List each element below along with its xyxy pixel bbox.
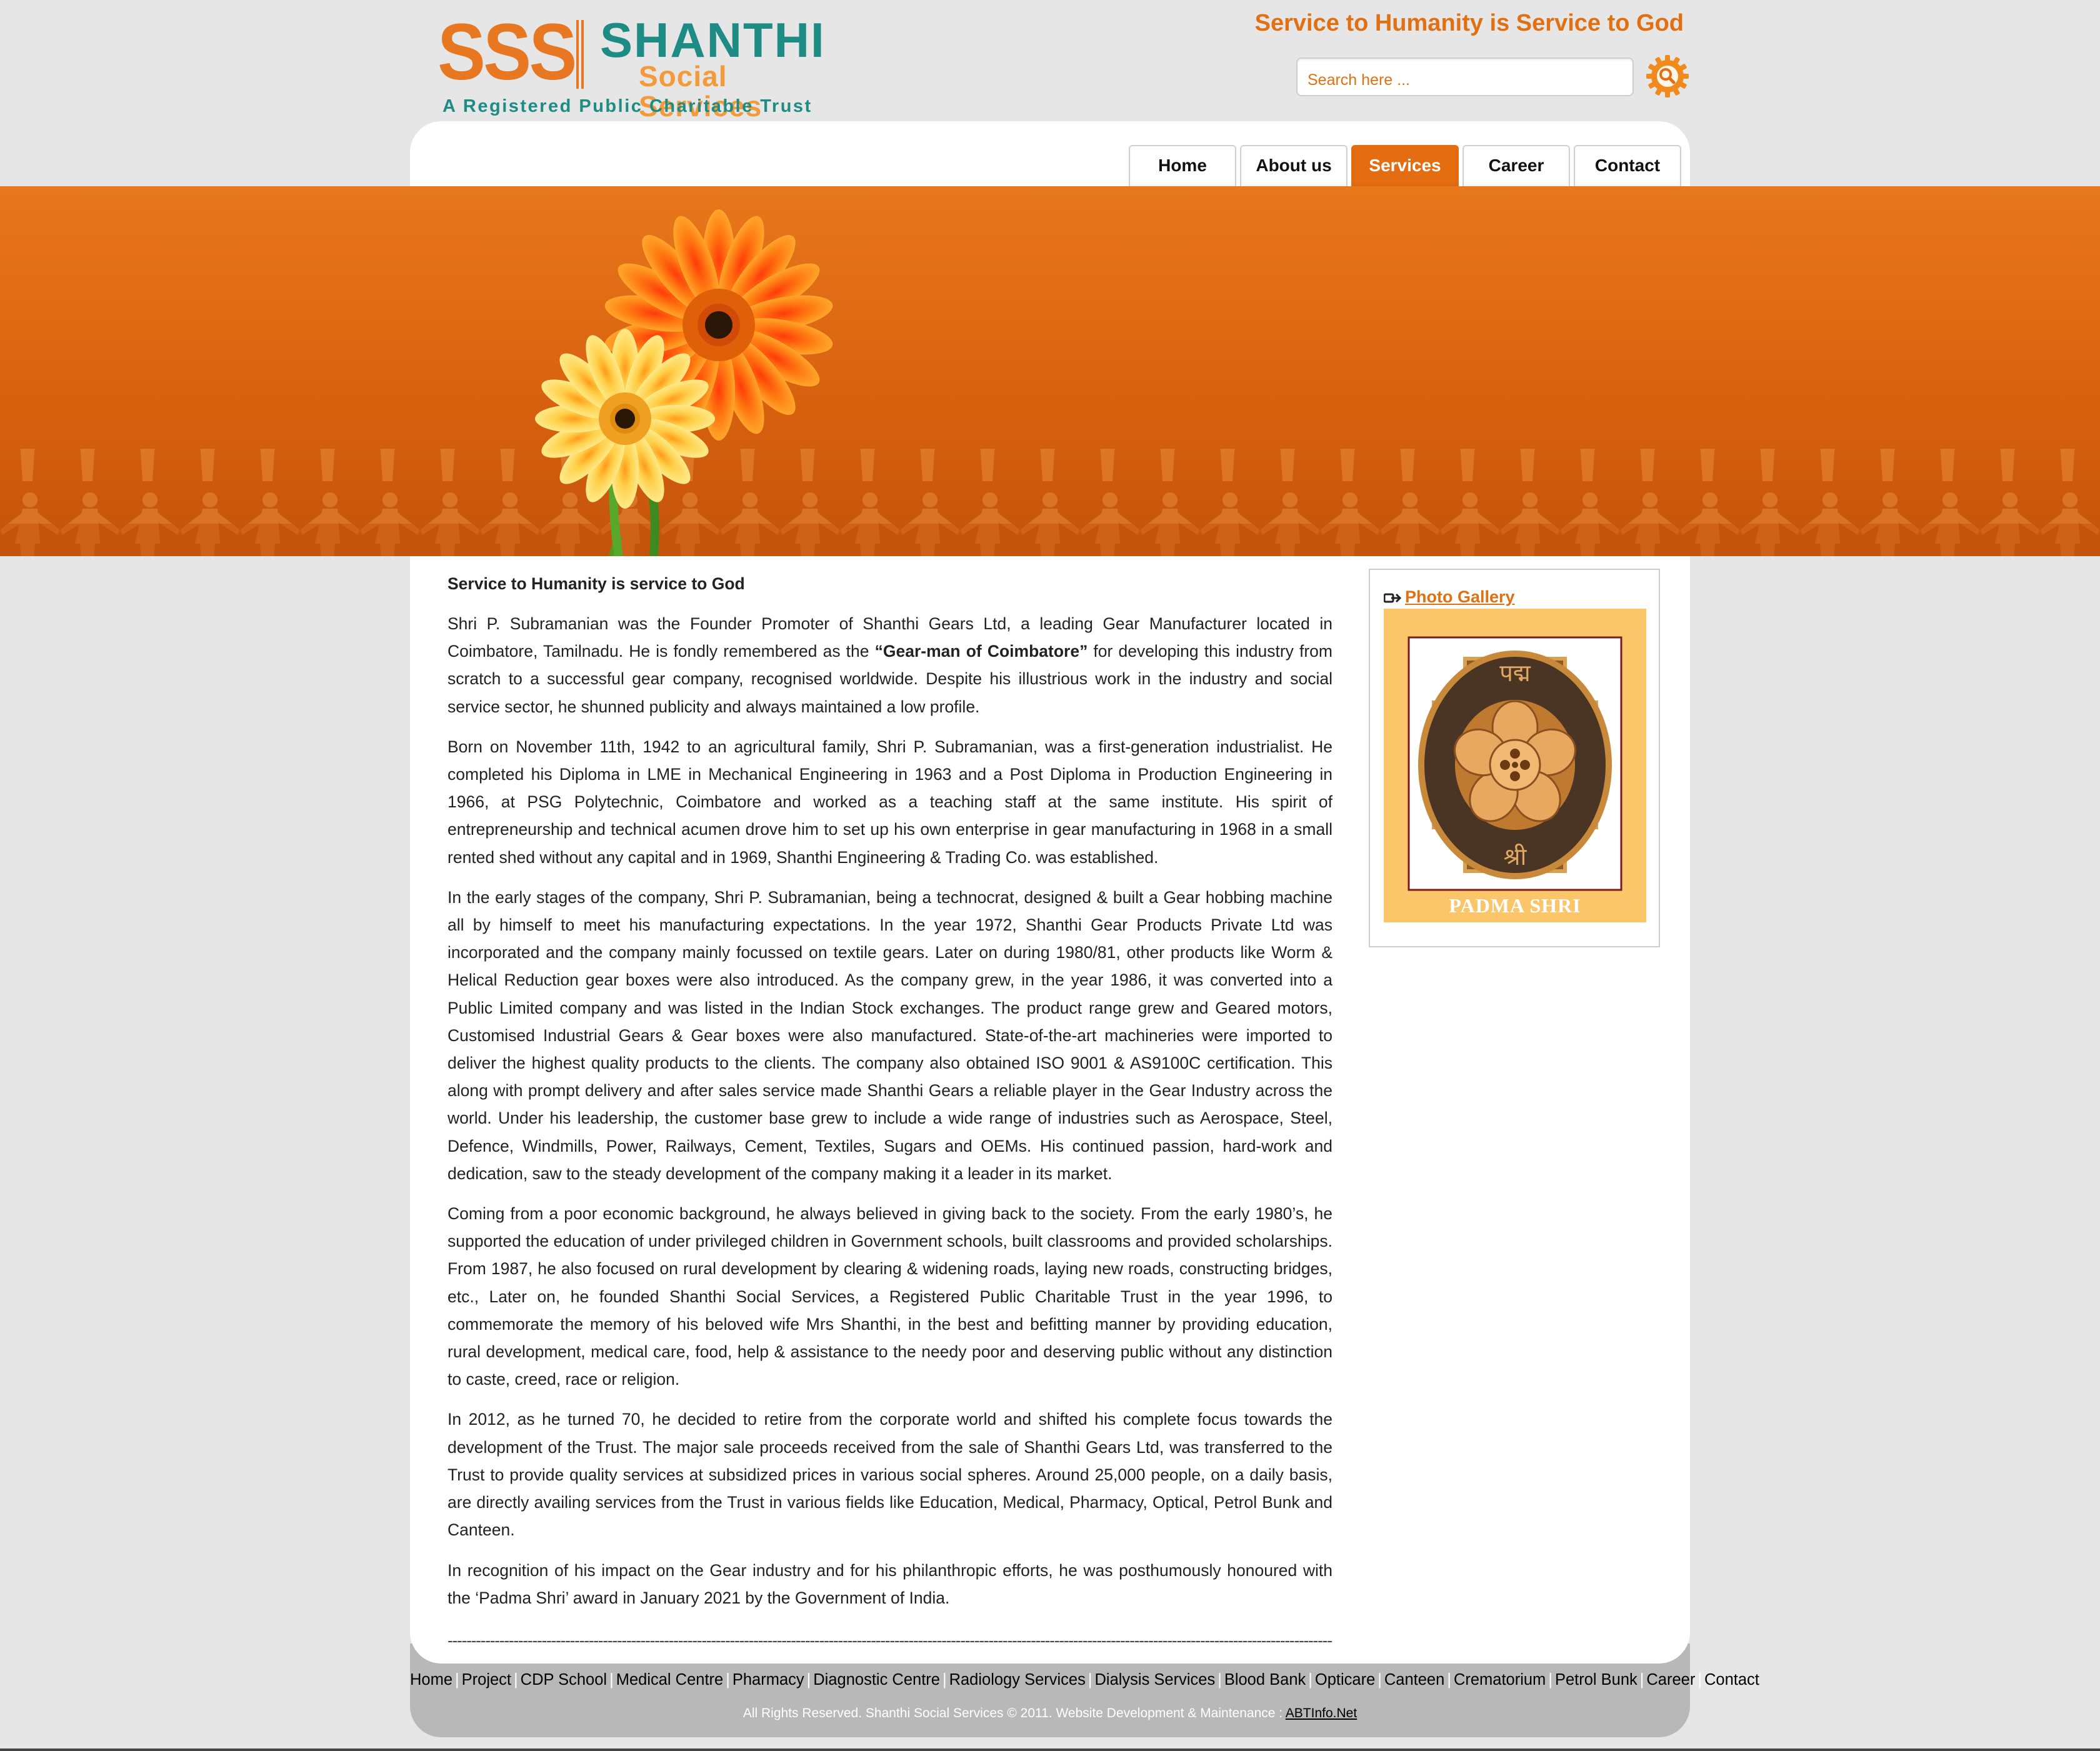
logo-name: SHANTHI [600, 12, 826, 67]
logo-sss-mark: SSS [438, 7, 577, 97]
nav-about-us[interactable]: About us [1240, 145, 1348, 186]
arrow-right-icon [1384, 593, 1401, 603]
medal-bottom-text: श्री [1504, 843, 1528, 871]
article-divider: ----------------------------------------… [448, 1630, 1332, 1650]
footer-link-canteen[interactable]: Canteen [1384, 1671, 1444, 1689]
footer-link-opticare[interactable]: Opticare [1315, 1671, 1375, 1689]
logo-tagline: A Registered Public Charitable Trust [442, 96, 812, 116]
medal-caption: PADMA SHRI [1449, 894, 1581, 917]
article-paragraph-3: In the early stages of the company, Shri… [448, 887, 1332, 1183]
article-paragraph-4: Coming from a poor economic background, … [448, 1204, 1332, 1389]
copyright: All Rights Reserved. Shanthi Social Serv… [410, 1706, 1690, 1721]
article-paragraph-6: In recognition of his impact on the Gear… [448, 1560, 1332, 1607]
article-paragraph-1: Shri P. Subramanian was the Founder Prom… [448, 610, 1332, 721]
article-paragraph-5: In 2012, as he turned 70, he decided to … [448, 1410, 1332, 1540]
photo-gallery-label: Photo Gallery [1405, 587, 1515, 606]
footer-link-home[interactable]: Home [410, 1671, 452, 1689]
nav-contact[interactable]: Contact [1574, 145, 1681, 186]
footer-link-blood-bank[interactable]: Blood Bank [1224, 1671, 1306, 1689]
p1-bold-nickname: “Gear-man of Coimbatore” [874, 642, 1088, 661]
footer-link-radiology-services[interactable]: Radiology Services [949, 1671, 1086, 1689]
medal-top-text: पद्म [1499, 659, 1531, 687]
nav-home[interactable]: Home [1129, 145, 1236, 186]
article-heading: Service to Humanity is service to God [448, 574, 745, 593]
photo-gallery-link[interactable]: Photo Gallery [1384, 587, 1515, 607]
gear-search-icon[interactable] [1645, 54, 1690, 99]
article-paragraph-2: Born on November 11th, 1942 to an agricu… [448, 737, 1332, 867]
footer-link-diagnostic-centre[interactable]: Diagnostic Centre [813, 1671, 940, 1689]
nav-career[interactable]: Career [1462, 145, 1570, 186]
footer-link-contact[interactable]: Contact [1704, 1671, 1759, 1689]
site-logo[interactable]: SSS SHANTHI Social Services A Registered… [438, 7, 824, 122]
copyright-text: All Rights Reserved. Shanthi Social Serv… [742, 1706, 1286, 1720]
developer-link[interactable]: ABTInfo.Net [1286, 1706, 1357, 1720]
padma-shri-image[interactable]: पद्म श्री PADMA SHRI [1384, 609, 1646, 922]
footer-link-project[interactable]: Project [462, 1671, 511, 1689]
footer-links: Home | Project | CDP School | Medical Centre | P… [410, 1671, 1759, 1689]
sidebar-gallery: Photo Gallery पद्म श्री PADMA SHRI [1369, 569, 1660, 947]
footer-link-cdp-school[interactable]: CDP School [521, 1671, 607, 1689]
main-nav: Home About us Services Career Contact [1129, 145, 1681, 186]
hero-banner [0, 186, 2100, 556]
logo-divider [576, 20, 584, 89]
header-slogan: Service to Humanity is Service to God [1254, 10, 1684, 36]
banner-illustration [0, 209, 2100, 556]
padma-shri-medal: पद्म श्री [1408, 636, 1622, 891]
article: Service to Humanity is service to God Sh… [448, 570, 1332, 1654]
nav-services[interactable]: Services [1351, 145, 1459, 186]
search-input[interactable] [1298, 59, 1632, 95]
footer-link-career[interactable]: Career [1646, 1671, 1695, 1689]
footer-link-medical-centre[interactable]: Medical Centre [616, 1671, 724, 1689]
footer-link-petrol-bunk[interactable]: Petrol Bunk [1555, 1671, 1638, 1689]
footer-link-pharmacy[interactable]: Pharmacy [732, 1671, 804, 1689]
search-box [1296, 57, 1634, 96]
page-bottom-rule [0, 1749, 2100, 1751]
footer-link-crematorium[interactable]: Crematorium [1454, 1671, 1546, 1689]
footer-link-dialysis-services[interactable]: Dialysis Services [1094, 1671, 1215, 1689]
